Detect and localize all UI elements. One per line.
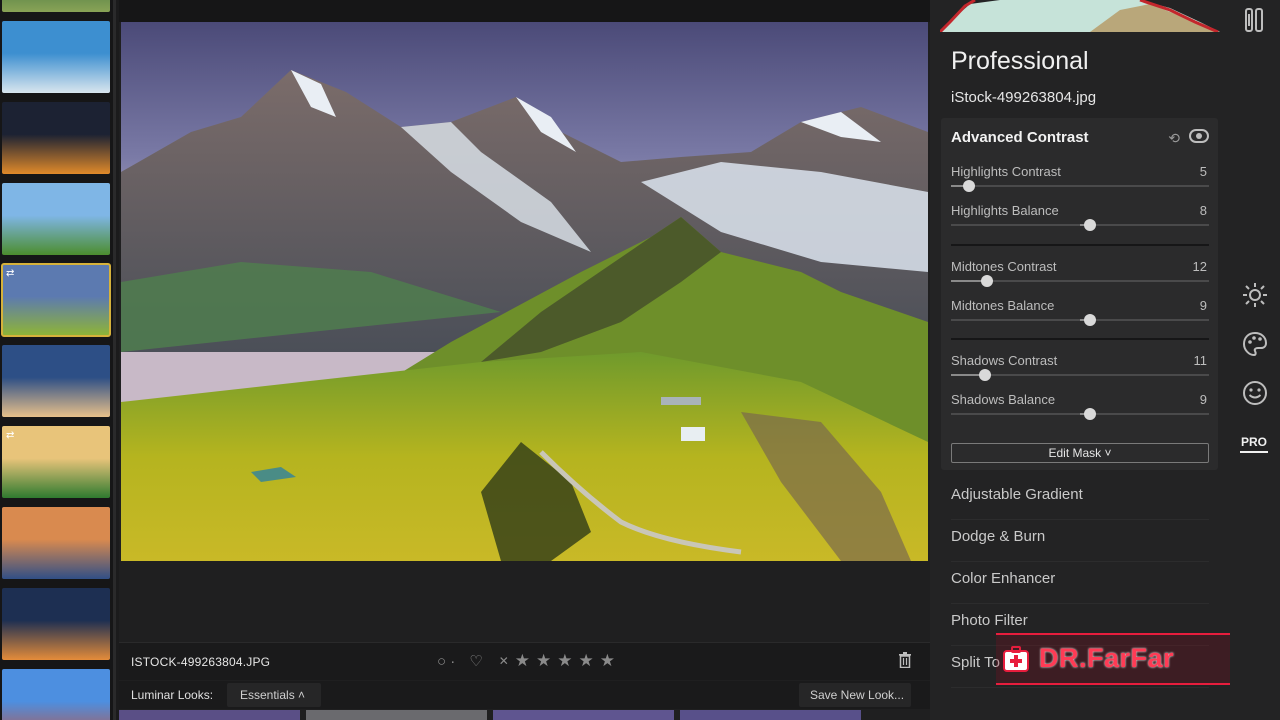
looks-label: Luminar Looks: xyxy=(131,688,214,702)
edit-mask-button[interactable]: Edit Mask ˅ xyxy=(951,443,1209,463)
midtones-balance-slider[interactable]: Midtones Balance 9 xyxy=(951,298,1209,334)
tool-strip: PRO xyxy=(1230,0,1280,720)
midtones-contrast-slider[interactable]: Midtones Contrast 12 xyxy=(951,259,1209,295)
star-3-icon[interactable]: ★ xyxy=(557,651,572,671)
mountain-landscape-image xyxy=(121,22,928,561)
info-bar: ISTOCK-499263804.JPG ○ · ♡ ✕ ★ ★ ★ ★ ★ xyxy=(119,642,930,680)
slider-knob[interactable] xyxy=(978,369,991,381)
divider xyxy=(951,244,1209,246)
filmstrip-thumbnail[interactable] xyxy=(2,102,110,174)
undo-icon[interactable]: ⟲ xyxy=(1168,130,1180,147)
divider xyxy=(951,338,1209,340)
watermark: DR.FarFar xyxy=(996,633,1230,685)
look-thumbnail[interactable] xyxy=(680,710,861,720)
filter-adjustable-gradient[interactable]: Adjustable Gradient xyxy=(951,478,1209,520)
looks-bar: Luminar Looks: Essentials ˄ Save New Loo… xyxy=(119,681,930,709)
reject-icon[interactable]: ✕ xyxy=(499,654,509,668)
slider-value: 9 xyxy=(1199,298,1207,313)
pro-workspace-icon[interactable]: PRO xyxy=(1240,433,1268,453)
filters-panel: Professional iStock-499263804.jpg Advanc… xyxy=(930,0,1230,720)
filmstrip-thumbnail[interactable] xyxy=(2,0,110,12)
star-5-icon[interactable]: ★ xyxy=(600,651,615,671)
compare-panels-icon[interactable] xyxy=(1241,6,1269,34)
slider-knob[interactable] xyxy=(981,275,994,287)
star-4-icon[interactable]: ★ xyxy=(579,651,594,671)
image-name: iStock-499263804.jpg xyxy=(951,89,1097,106)
highlights-balance-slider[interactable]: Highlights Balance 8 xyxy=(951,203,1209,239)
look-thumbnail[interactable] xyxy=(306,710,487,720)
look-thumbnail[interactable] xyxy=(493,710,674,720)
palette-icon[interactable] xyxy=(1241,330,1269,358)
filmstrip-thumbnail[interactable]: ⇄ xyxy=(1,263,111,337)
filmstrip: ⇄ ⇄ xyxy=(0,0,116,720)
looks-thumbnails xyxy=(119,710,930,720)
medical-kit-logo-icon xyxy=(1003,646,1029,672)
sun-icon[interactable] xyxy=(1241,281,1269,309)
advanced-contrast-filter: Advanced Contrast ⟲ Highlights Contrast … xyxy=(941,118,1218,470)
slider-value: 11 xyxy=(1193,353,1208,368)
slider-label: Midtones Balance xyxy=(951,298,1055,313)
slider-value: 12 xyxy=(1192,259,1207,274)
slider-label: Highlights Balance xyxy=(951,203,1059,218)
slider-knob[interactable] xyxy=(1084,219,1097,231)
save-new-look-button[interactable]: Save New Look... xyxy=(799,683,911,707)
trash-icon[interactable] xyxy=(898,652,912,668)
luminar-app: ⇄ ⇄ ISTOCK-499263804.JPG ○ · ♡ ✕ ★ ★ ★ ★… xyxy=(0,0,1280,720)
filter-dodge-burn[interactable]: Dodge & Burn xyxy=(951,520,1209,562)
preset-title: Professional xyxy=(951,47,1089,75)
star-1-icon[interactable]: ★ xyxy=(515,651,530,671)
slider-label: Shadows Contrast xyxy=(951,353,1058,368)
main-viewer: ISTOCK-499263804.JPG ○ · ♡ ✕ ★ ★ ★ ★ ★ L… xyxy=(119,0,930,720)
sync-icon: ⇄ xyxy=(6,430,15,441)
histogram xyxy=(940,0,1220,32)
color-label-icon[interactable]: ○ · xyxy=(437,653,455,670)
eye-icon[interactable] xyxy=(1189,129,1209,143)
filter-title[interactable]: Advanced Contrast xyxy=(951,129,1089,146)
slider-knob[interactable] xyxy=(1084,314,1097,326)
filmstrip-thumbnail[interactable]: ⇄ xyxy=(2,426,110,498)
rating-controls: ○ · ♡ ✕ ★ ★ ★ ★ ★ xyxy=(437,651,615,671)
favorite-heart-icon[interactable]: ♡ xyxy=(469,652,482,670)
slider-value: 9 xyxy=(1199,392,1207,407)
star-2-icon[interactable]: ★ xyxy=(536,651,551,671)
top-bar xyxy=(119,0,930,22)
filmstrip-thumbnail[interactable] xyxy=(2,183,110,255)
filmstrip-thumbnail[interactable] xyxy=(2,507,110,579)
slider-knob[interactable] xyxy=(1084,408,1097,420)
look-thumbnail[interactable] xyxy=(119,710,300,720)
slider-label: Highlights Contrast xyxy=(951,164,1061,179)
slider-value: 5 xyxy=(1199,164,1207,179)
slider-label: Midtones Contrast xyxy=(951,259,1057,274)
filmstrip-thumbnail[interactable] xyxy=(2,345,110,417)
highlights-contrast-slider[interactable]: Highlights Contrast 5 xyxy=(951,164,1209,200)
smiley-icon[interactable] xyxy=(1241,379,1269,407)
sync-icon: ⇄ xyxy=(6,268,15,279)
looks-category-select[interactable]: Essentials ˄ xyxy=(227,683,321,707)
filter-color-enhancer[interactable]: Color Enhancer xyxy=(951,562,1209,604)
shadows-balance-slider[interactable]: Shadows Balance 9 xyxy=(951,392,1209,428)
photo-filename: ISTOCK-499263804.JPG xyxy=(131,655,271,669)
filmstrip-thumbnail[interactable] xyxy=(2,669,110,720)
slider-label: Shadows Balance xyxy=(951,392,1056,407)
shadows-contrast-slider[interactable]: Shadows Contrast 11 xyxy=(951,353,1209,389)
filmstrip-thumbnail[interactable] xyxy=(2,21,110,93)
filmstrip-thumbnail[interactable] xyxy=(2,588,110,660)
photo-preview[interactable] xyxy=(121,22,928,561)
slider-knob[interactable] xyxy=(963,180,976,192)
watermark-text: DR.FarFar xyxy=(1039,643,1175,673)
slider-value: 8 xyxy=(1199,203,1207,218)
